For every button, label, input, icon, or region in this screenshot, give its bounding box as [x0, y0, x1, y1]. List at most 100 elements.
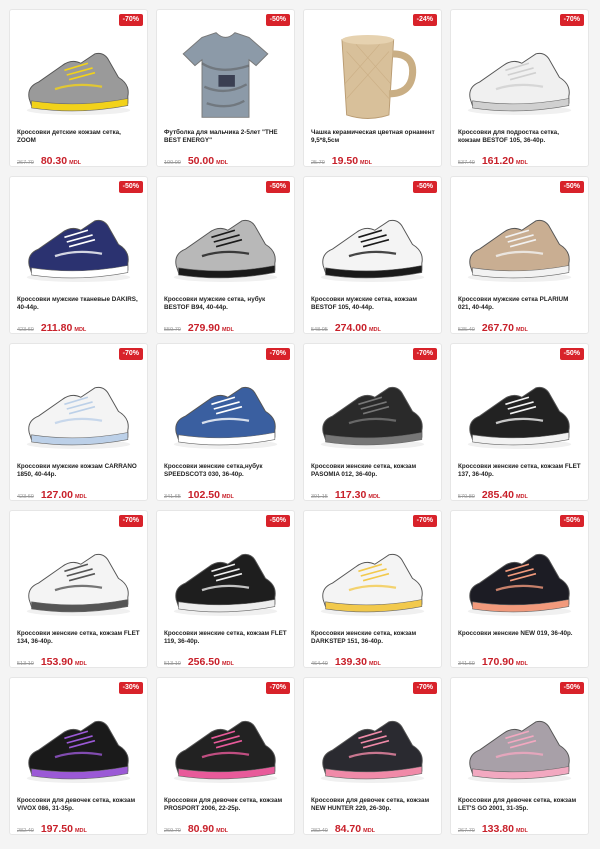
old-price: 25.70	[311, 160, 325, 166]
product-title[interactable]: Кроссовки женские NEW 019, 36-40р.	[458, 630, 582, 646]
sneaker-white-icon[interactable]	[457, 28, 582, 122]
product-card[interactable]: -50% Кроссовки женские сетка, кожзам FLE…	[156, 510, 295, 668]
product-title[interactable]: Кроссовки для девочек сетка, кожзам PROS…	[164, 797, 288, 813]
current-price-wrap: 285.40 MDL	[481, 485, 528, 501]
product-card[interactable]: -50% Кроссовки женские сетка, кожзам FLE…	[450, 343, 589, 501]
current-price: 211.80	[40, 322, 73, 334]
product-card[interactable]: -50% Кроссовки для девочек сетка, кожзам…	[450, 677, 589, 835]
kids-sneaker-pink-icon[interactable]	[163, 696, 288, 790]
product-title[interactable]: Кроссовки мужские сетка PLARIUM 021, 40-…	[458, 296, 582, 312]
product-title[interactable]: Кроссовки мужские тканевые DAKIRS, 40-44…	[17, 296, 141, 312]
product-title[interactable]: Кроссовки женские сетка, кожзам FLET 119…	[164, 630, 288, 646]
current-price-wrap: 80.30 MDL	[41, 151, 81, 166]
product-title[interactable]: Кроссовки для подростка сетка, кожзам BE…	[458, 129, 582, 145]
current-price-wrap: 211.80 MDL	[40, 318, 87, 334]
product-card[interactable]: -70% Кроссовки для девочек сетка, кожзам…	[156, 677, 295, 835]
sneaker-black-chunky-icon[interactable]	[163, 529, 288, 623]
discount-badge: -50%	[412, 181, 437, 193]
discount-badge: -70%	[118, 348, 143, 360]
sneaker-black-white-icon[interactable]	[457, 362, 582, 456]
product-title[interactable]: Кроссовки для девочек сетка, кожзам NEW …	[311, 797, 435, 813]
product-title[interactable]: Кроссовки мужские сетка, нубук BESTOF B9…	[164, 296, 288, 312]
sneaker-black-icon[interactable]	[310, 362, 435, 456]
product-card[interactable]: -50% Кроссовки мужские сетка PLARIUM 021…	[450, 176, 589, 334]
product-card[interactable]: -70% Кроссовки женские сетка, кожзам DAR…	[303, 510, 442, 668]
current-price: 161.20	[481, 155, 514, 167]
price-block: 341.60 170.90 MDL	[458, 652, 528, 667]
product-card[interactable]: -50% Кроссовки женские NEW 019, 36-40р. …	[450, 510, 589, 668]
product-card[interactable]: -50% Футболка для мальчика 2-5лет "THE B…	[156, 9, 295, 167]
product-title[interactable]: Кроссовки женские сетка, кожзам PASOMIA …	[311, 463, 435, 479]
current-price: 285.40	[481, 489, 514, 501]
product-card[interactable]: -50% Кроссовки мужские сетка, кожзам BES…	[303, 176, 442, 334]
sneaker-white-color-icon[interactable]	[310, 529, 435, 623]
product-card[interactable]: -70% Кроссовки для девочек сетка, кожзам…	[303, 677, 442, 835]
price-block: 269.70 80.90 MDL	[164, 819, 229, 834]
kids-sneaker-black-pink-icon[interactable]	[310, 696, 435, 790]
product-card[interactable]: -70% Кроссовки мужские кожзам CARRANO 18…	[9, 343, 148, 501]
sneaker-grey-black-icon[interactable]	[163, 195, 288, 289]
sneaker-white-chunky-icon[interactable]	[16, 362, 141, 456]
discount-badge: -50%	[265, 14, 290, 26]
sneaker-blue-icon[interactable]	[163, 362, 288, 456]
product-card[interactable]: -70% Кроссовки женские сетка,нубук SPEED…	[156, 343, 295, 501]
discount-badge: -70%	[412, 682, 437, 694]
discount-badge: -50%	[265, 515, 290, 527]
product-title[interactable]: Кроссовки мужские сетка, кожзам BESTOF 1…	[311, 296, 435, 312]
product-card[interactable]: -70% Кроссовки женские сетка, кожзам FLE…	[9, 510, 148, 668]
kids-sneaker-grey-pink-icon[interactable]	[457, 696, 582, 790]
currency-label: MDL	[515, 327, 528, 333]
product-title[interactable]: Кроссовки женские сетка, кожзам FLET 134…	[17, 630, 141, 646]
price-block: 100.00 50.00 MDL	[164, 151, 229, 166]
product-card[interactable]: -50% Кроссовки мужские сетка, нубук BEST…	[156, 176, 295, 334]
current-price-wrap: 267.70 MDL	[482, 318, 528, 333]
price-block: 282.40 197.50 MDL	[17, 819, 87, 834]
current-price-wrap: 19.50 MDL	[331, 151, 372, 167]
product-title[interactable]: Чашка кeрамическая цветная орнамент 9,5*…	[311, 129, 435, 145]
price-block: 391.15 117.30 MDL	[311, 485, 380, 501]
price-block: 267.70 80.30 MDL	[17, 151, 81, 166]
kids-sneaker-purple-icon[interactable]	[16, 696, 141, 790]
product-card[interactable]: -70% Кроссовки детские кожзам сетка, ZOO…	[9, 9, 148, 167]
product-title[interactable]: Кроссовки детские кожзам сетка, ZOOM	[17, 129, 141, 145]
product-title[interactable]: Кроссовки для девочек сетка, кожзам VIVO…	[17, 797, 141, 813]
sneaker-navy-icon[interactable]	[16, 195, 141, 289]
product-title[interactable]: Кроссовки для девочек сетка, кожзам LET'…	[458, 797, 582, 813]
current-price: 84.70	[334, 823, 362, 835]
product-card[interactable]: -70% Кроссовки женские сетка, кожзам PAS…	[303, 343, 442, 501]
discount-badge: -24%	[412, 14, 437, 26]
sneaker-white-black-icon[interactable]	[310, 195, 435, 289]
product-title[interactable]: Кроссовки мужские кожзам CARRANO 1850, 4…	[17, 463, 141, 479]
sneaker-white-grey-icon[interactable]	[16, 529, 141, 623]
product-title[interactable]: Кроссовки женские сетка,нубук SPEEDSCOT3…	[164, 463, 288, 479]
current-price: 153.90	[40, 656, 73, 668]
product-title[interactable]: Футболка для мальчика 2-5лет "THE BEST E…	[164, 129, 288, 145]
current-price: 19.50	[331, 155, 359, 167]
tshirt-icon[interactable]	[163, 28, 288, 122]
current-price: 117.30	[334, 489, 367, 501]
product-card[interactable]: -24% Чашка кeрамическая цветная орнамент…	[303, 9, 442, 167]
currency-label: MDL	[368, 661, 381, 667]
product-title[interactable]: Кроссовки женские сетка, кожзам FLET 137…	[458, 463, 582, 479]
sneaker-black-pink-icon[interactable]	[457, 529, 582, 623]
currency-label: MDL	[74, 327, 87, 333]
currency-label: MDL	[221, 494, 234, 500]
old-price: 341.65	[164, 494, 181, 500]
currency-label: MDL	[216, 828, 229, 834]
mug-icon[interactable]	[310, 28, 435, 122]
product-title[interactable]: Кроссовки женские сетка, кожзам DARKSTEP…	[311, 630, 435, 646]
old-price: 391.15	[311, 494, 328, 500]
product-card[interactable]: -30% Кроссовки для девочек сетка, кожзам…	[9, 677, 148, 835]
sneaker-beige-icon[interactable]	[457, 195, 582, 289]
product-card[interactable]: -70% Кроссовки для подростка сетка, кожз…	[450, 9, 589, 167]
currency-label: MDL	[216, 160, 229, 166]
product-card[interactable]: -50% Кроссовки мужские тканевые DAKIRS, …	[9, 176, 148, 334]
current-price-wrap: 117.30 MDL	[334, 485, 380, 501]
currency-label: MDL	[221, 661, 234, 667]
discount-badge: -70%	[412, 348, 437, 360]
product-grid: -70% Кроссовки детские кожзам сетка, ZOO…	[9, 9, 589, 835]
currency-label: MDL	[515, 494, 528, 500]
kids-sneaker-silver-icon[interactable]	[16, 28, 141, 122]
currency-label: MDL	[74, 828, 87, 834]
discount-badge: -70%	[412, 515, 437, 527]
